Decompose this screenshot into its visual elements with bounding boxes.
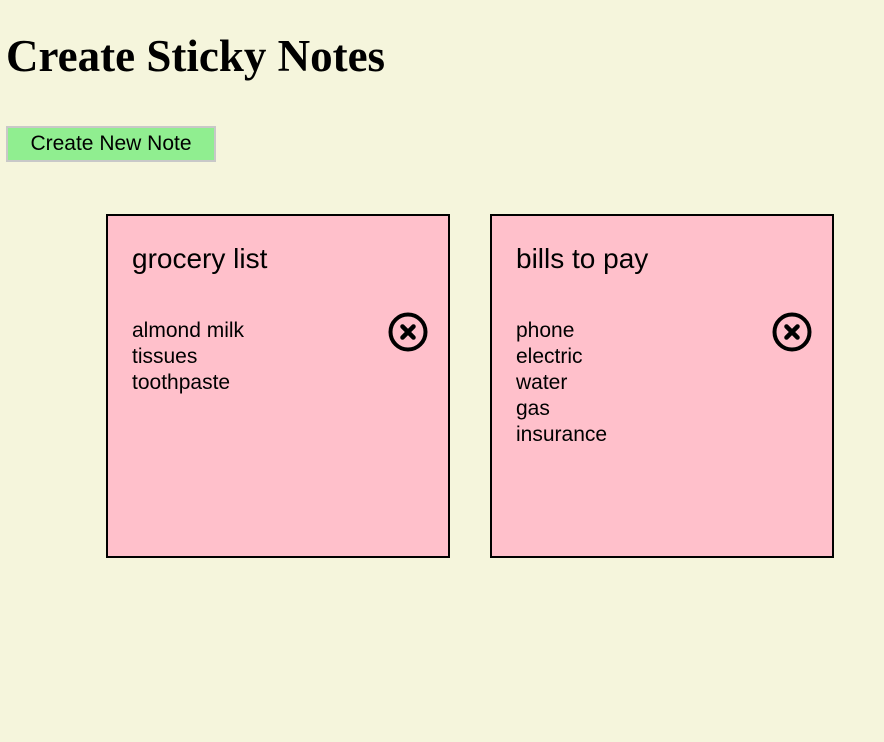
note-title[interactable]: bills to pay <box>516 242 648 276</box>
note-item: toothpaste <box>132 371 231 394</box>
note-item: water <box>516 371 568 394</box>
sticky-note[interactable]: bills to pay phone electric water gas in… <box>490 214 834 558</box>
note-item: almond milk <box>132 319 245 342</box>
note-item: phone <box>516 319 575 342</box>
delete-note-button[interactable] <box>388 312 428 352</box>
delete-note-button[interactable] <box>772 312 812 352</box>
note-title[interactable]: grocery list <box>132 242 267 276</box>
page-title: Create Sticky Notes <box>6 31 386 81</box>
notes-container: grocery list almond milk tissues toothpa… <box>106 214 834 558</box>
note-content[interactable]: almond milk tissues toothpaste <box>132 318 244 396</box>
close-circle-icon <box>772 312 812 352</box>
note-item: tissues <box>132 345 198 368</box>
create-new-note-button[interactable]: Create New Note <box>6 126 216 162</box>
note-item: insurance <box>516 423 608 446</box>
close-circle-icon <box>388 312 428 352</box>
note-item: gas <box>516 397 550 420</box>
sticky-note[interactable]: grocery list almond milk tissues toothpa… <box>106 214 450 558</box>
note-content[interactable]: phone electric water gas insurance <box>516 318 607 448</box>
note-item: electric <box>516 345 583 368</box>
